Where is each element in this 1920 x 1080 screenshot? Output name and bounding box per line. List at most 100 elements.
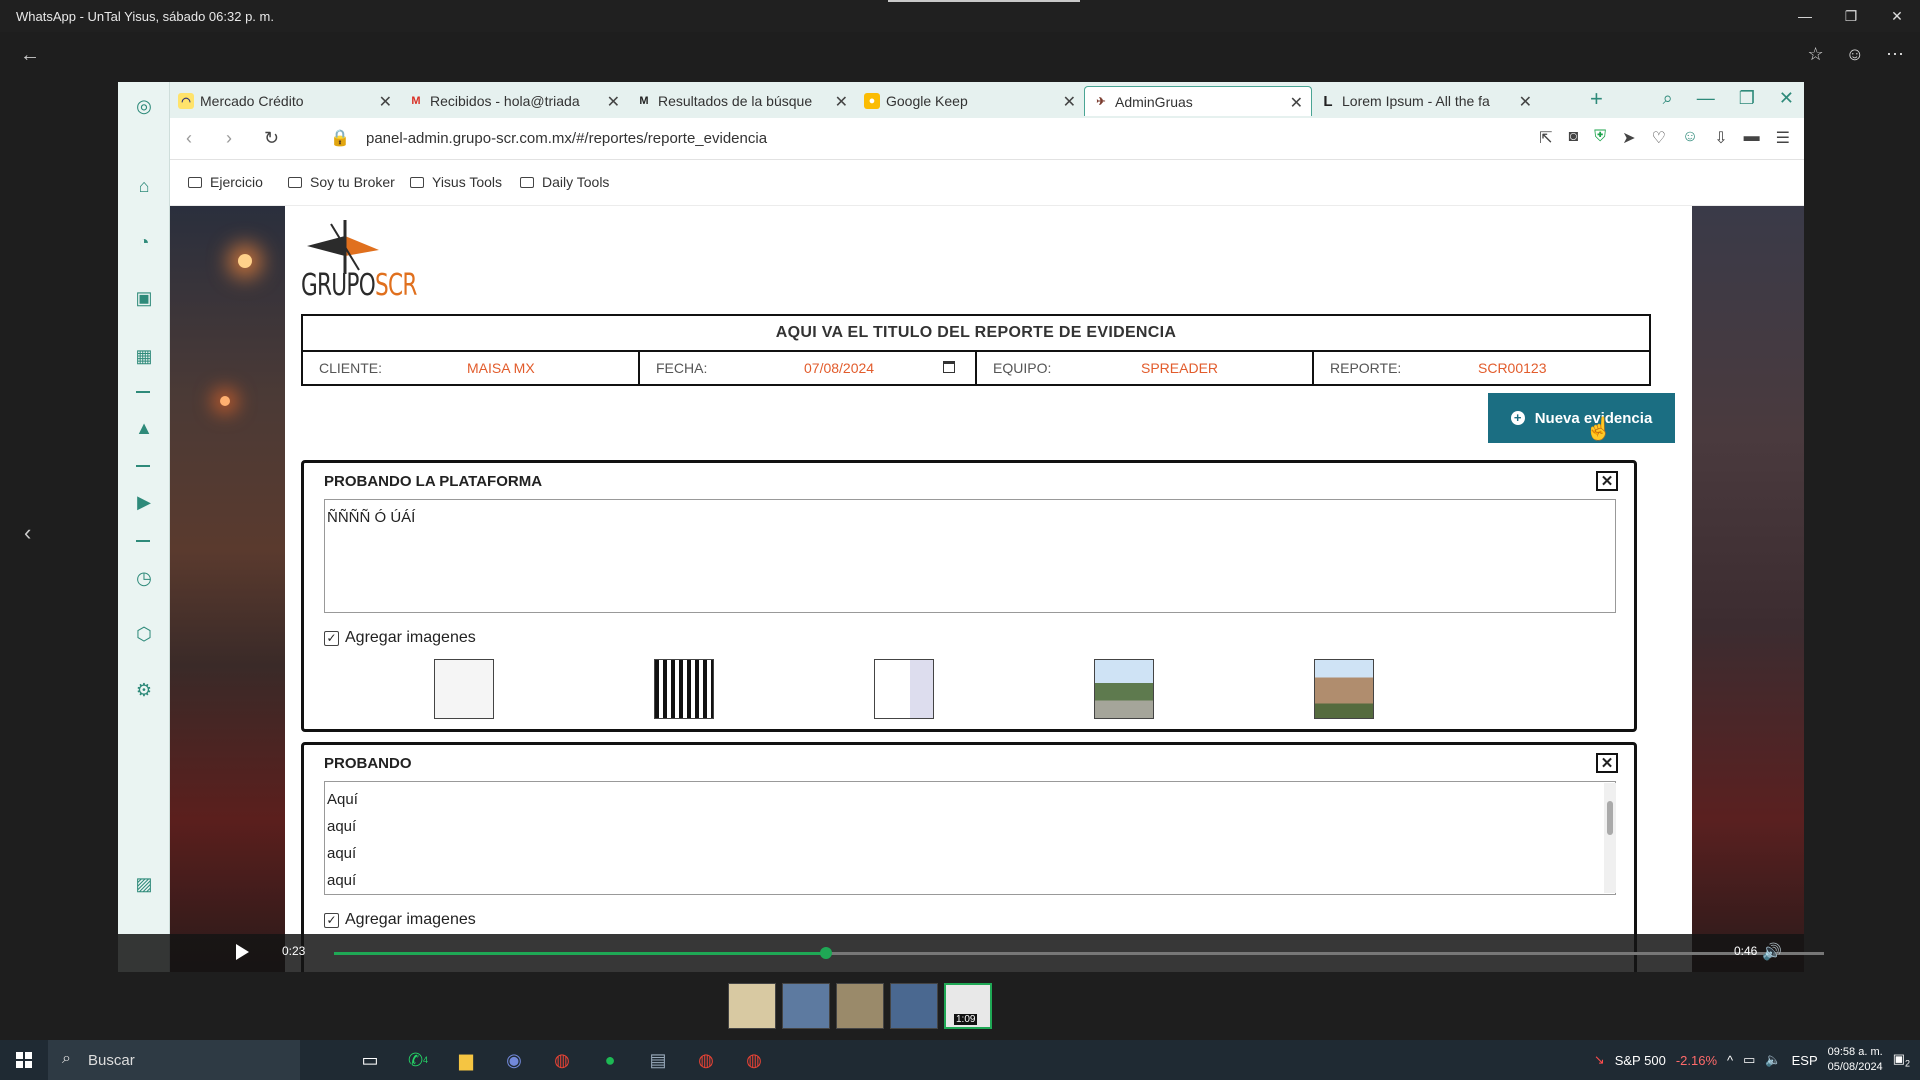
tab-google-keep[interactable]: ● Google Keep ✕ [856, 86, 1084, 116]
calendar-icon[interactable] [943, 361, 955, 373]
back-arrow-icon[interactable]: ← [20, 44, 40, 67]
clock[interactable]: 09:58 a. m. 05/08/2024 [1828, 1045, 1883, 1075]
reload-icon[interactable]: ↻ [264, 128, 279, 149]
spotify-icon[interactable]: ● [586, 1040, 634, 1080]
search-icon[interactable]: ⌕ [1663, 88, 1673, 109]
evidence-image-thumb[interactable] [874, 659, 934, 719]
evidence-image-thumb[interactable] [434, 659, 494, 719]
field-cliente[interactable]: CLIENTE: MAISA MX [303, 352, 640, 384]
house-image-thumb[interactable] [1094, 659, 1154, 719]
windows-start-icon[interactable] [16, 1052, 32, 1068]
close-tab-icon[interactable]: ✕ [379, 92, 392, 112]
user-icon[interactable]: ☺ [1682, 128, 1698, 148]
seek-handle[interactable] [819, 947, 832, 959]
more-icon[interactable]: ⋯ [1886, 44, 1904, 65]
field-equipo[interactable]: EQUIPO: SPREADER [977, 352, 1314, 384]
close-tab-icon[interactable]: ✕ [1519, 92, 1532, 112]
tab-lorem-ipsum[interactable]: L Lorem Ipsum - All the fa ✕ [1312, 86, 1540, 116]
bookmark-daily-tools[interactable]: Daily Tools [520, 174, 609, 190]
minimize-icon[interactable]: — [1697, 88, 1715, 109]
close-tab-icon[interactable]: ✕ [835, 92, 848, 112]
minimize-icon[interactable]: — [1782, 0, 1828, 32]
url-input[interactable]: panel-admin.grupo-scr.com.mx/#/reportes/… [366, 130, 767, 147]
gamepad-icon[interactable]: ⌂ [132, 174, 156, 198]
play-icon[interactable] [236, 944, 249, 960]
star-icon[interactable]: ☆ [1807, 44, 1823, 65]
battery-icon[interactable]: ▬ [1744, 128, 1760, 148]
media-thumb-active[interactable]: 1:09 [944, 983, 992, 1029]
add-images-checkbox[interactable]: ✓ Agregar imagenes [324, 911, 476, 929]
field-fecha[interactable]: FECHA: 07/08/2024 [640, 352, 977, 384]
lock-icon: 🔒 [330, 130, 350, 147]
menu-icon[interactable]: ☰ [1776, 128, 1790, 148]
tab-search-results[interactable]: M Resultados de la búsque ✕ [628, 86, 856, 116]
download-icon[interactable]: ⇩ [1714, 128, 1727, 148]
chrome-icon[interactable]: ◍ [682, 1040, 730, 1080]
speaker-icon[interactable]: 🔈 [1765, 1052, 1781, 1068]
vivaldi-logo-icon[interactable]: ◎ [132, 94, 156, 118]
previous-media-icon[interactable]: ‹ [24, 520, 31, 546]
evidence-textarea[interactable]: Aquí aquí aquí aquí [324, 781, 1616, 895]
notification-icon[interactable]: ▣2 [1893, 1051, 1910, 1069]
add-images-checkbox[interactable]: ✓ Agregar imagenes [324, 629, 476, 647]
task-view-icon[interactable]: ▭ [346, 1040, 394, 1080]
app-a-icon[interactable]: ▲ [132, 416, 156, 440]
close-tab-icon[interactable]: ✕ [1063, 92, 1076, 112]
close-icon[interactable]: ✕ [1779, 88, 1794, 109]
bookmark-soy-tu-broker[interactable]: Soy tu Broker [288, 174, 395, 190]
back-icon[interactable]: ‹ [186, 128, 192, 149]
new-tab-icon[interactable]: + [1590, 86, 1603, 112]
emoji-icon[interactable]: ☺ [1846, 44, 1864, 65]
camera-icon[interactable]: ◙ [1568, 128, 1578, 148]
close-tab-icon[interactable]: ✕ [1290, 93, 1303, 113]
media-thumb[interactable] [836, 983, 884, 1029]
play-circle-icon[interactable]: ▶ [132, 490, 156, 514]
close-tab-icon[interactable]: ✕ [607, 92, 620, 112]
house-image-thumb[interactable] [1314, 659, 1374, 719]
clock-icon[interactable]: ◷ [132, 566, 156, 590]
system-tray: ↘ S&P 500 -2.16% ^ ▭ 🔈 ESP 09:58 a. m. 0… [1593, 1045, 1910, 1075]
share-icon[interactable]: ⇱ [1539, 128, 1552, 148]
bookmark-ejercicio[interactable]: Ejercicio [188, 174, 263, 190]
file-explorer-icon[interactable]: ▆ [442, 1040, 490, 1080]
media-thumb[interactable] [890, 983, 938, 1029]
app-icon[interactable]: ▤ [634, 1040, 682, 1080]
gear-icon[interactable]: ⚙ [132, 678, 156, 702]
tab-admingruas[interactable]: ✈ AdminGruas ✕ [1084, 86, 1312, 116]
evidence-textarea[interactable]: ÑÑÑÑ Ó ÚÁÍ [324, 499, 1616, 613]
whatsapp-icon[interactable]: ✆ 4 [394, 1040, 442, 1080]
robot-icon[interactable]: ▣ [132, 286, 156, 310]
chip-icon[interactable]: ▦ [132, 344, 156, 368]
tab-gmail[interactable]: M Recibidos - hola@triada ✕ [400, 86, 628, 116]
chrome-icon[interactable]: ◍ [538, 1040, 586, 1080]
new-evidence-button[interactable]: + Nueva evidencia [1488, 393, 1675, 443]
close-evidence-icon[interactable]: ✕ [1596, 471, 1618, 491]
shield-icon[interactable]: ⛨ [1594, 128, 1606, 148]
taskbar-search-input[interactable]: ⌕ Buscar [48, 1040, 300, 1080]
discord-icon[interactable]: ◉ [490, 1040, 538, 1080]
taskbar: ⌕ Buscar ▭ ✆ 4 ▆ ◉ ◍ ● ▤ ◍ ◍ ↘ S&P 500 -2… [0, 1040, 1920, 1080]
field-reporte[interactable]: REPORTE: SCR00123 [1314, 352, 1649, 384]
chrome-icon[interactable]: ◍ [730, 1040, 778, 1080]
heart-icon[interactable]: ♡ [1652, 128, 1666, 148]
volume-icon[interactable]: 🔊 [1762, 942, 1782, 962]
qr-code-thumb[interactable] [654, 659, 714, 719]
forward-icon[interactable]: › [226, 128, 232, 149]
speed-icon[interactable]: ◔ [132, 230, 156, 254]
close-evidence-icon[interactable]: ✕ [1596, 753, 1618, 773]
tab-mercado-credito[interactable]: ◠ Mercado Crédito ✕ [170, 86, 400, 116]
send-icon[interactable]: ➤ [1622, 128, 1635, 148]
network-icon[interactable]: ▭ [1743, 1052, 1755, 1068]
cube-icon[interactable]: ⬡ [132, 622, 156, 646]
media-thumb[interactable] [728, 983, 776, 1029]
chevron-up-icon[interactable]: ^ [1727, 1053, 1733, 1068]
restore-icon[interactable]: ❐ [1739, 88, 1755, 109]
bookmark-yisus-tools[interactable]: Yisus Tools [410, 174, 502, 190]
checkmark-icon: ✓ [324, 630, 339, 646]
image-icon[interactable]: ▨ [132, 872, 156, 896]
textarea-scrollbar[interactable] [1604, 783, 1616, 893]
media-thumb[interactable] [782, 983, 830, 1029]
close-icon[interactable]: ✕ [1874, 0, 1920, 32]
restore-icon[interactable]: ❐ [1828, 0, 1874, 32]
video-seek-bar[interactable] [334, 947, 1824, 959]
